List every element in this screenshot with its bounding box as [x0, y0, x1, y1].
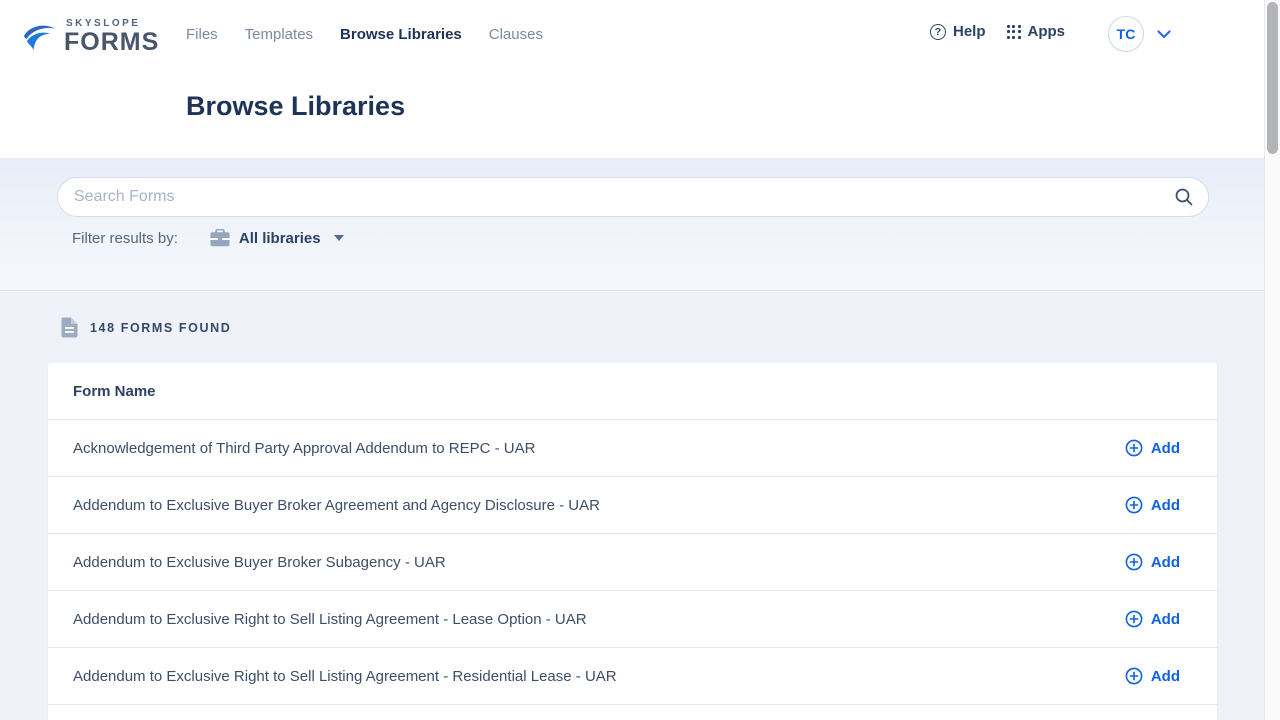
header-tools: ? Help Apps: [930, 23, 1065, 40]
chevron-down-icon[interactable]: [1157, 30, 1171, 39]
account-menu[interactable]: TC: [1108, 16, 1171, 52]
nav-item-clauses[interactable]: Clauses: [489, 26, 543, 43]
help-button[interactable]: ? Help: [930, 23, 986, 40]
table-header-row: Form Name: [48, 363, 1217, 420]
avatar[interactable]: TC: [1108, 16, 1144, 52]
form-name: Addendum to Exclusive Buyer Broker Subag…: [73, 554, 446, 571]
forms-table-card: Form Name Acknowledgement of Third Party…: [48, 363, 1217, 720]
add-form-button[interactable]: Add: [1125, 496, 1180, 514]
library-filter-dropdown[interactable]: All libraries: [210, 229, 344, 247]
add-label: Add: [1151, 440, 1180, 457]
results-summary: 148 FORMS FOUND: [61, 317, 231, 338]
library-filter-value: All libraries: [239, 230, 321, 247]
apps-button[interactable]: Apps: [1007, 23, 1066, 40]
nav-item-browse-libraries[interactable]: Browse Libraries: [340, 26, 462, 43]
form-name-column-header: Form Name: [73, 383, 156, 400]
table-row: Addendum to Exclusive Buyer Broker Agree…: [48, 477, 1217, 534]
page-title: Browse Libraries: [186, 91, 405, 122]
skyslope-forms-logo[interactable]: SKYSLOPE FORMS: [22, 18, 159, 60]
nav-item-templates[interactable]: Templates: [245, 26, 313, 43]
logo-forms-label: FORMS: [64, 30, 159, 55]
form-name: Addendum to Exclusive Right to Sell List…: [73, 611, 587, 628]
document-icon: [61, 317, 78, 338]
circle-plus-icon: [1125, 439, 1143, 457]
logo-text: SKYSLOPE FORMS: [64, 18, 159, 55]
page-scrollbar[interactable]: [1264, 0, 1280, 720]
add-form-button[interactable]: Add: [1125, 439, 1180, 457]
content-area: 148 FORMS FOUND Form Name Acknowledgemen…: [0, 292, 1264, 720]
scrollbar-thumb[interactable]: [1267, 2, 1278, 154]
circle-plus-icon: [1125, 667, 1143, 685]
results-count: 148 FORMS FOUND: [90, 321, 231, 335]
table-row: Addendum to Exclusive Buyer Broker Subag…: [48, 534, 1217, 591]
add-form-button[interactable]: Add: [1125, 610, 1180, 628]
form-name: Acknowledgement of Third Party Approval …: [73, 440, 535, 457]
form-name: Addendum to Exclusive Right to Sell List…: [73, 668, 617, 685]
circle-plus-icon: [1125, 496, 1143, 514]
filter-label: Filter results by:: [72, 230, 178, 247]
add-form-button[interactable]: Add: [1125, 667, 1180, 685]
apps-label: Apps: [1028, 23, 1066, 40]
help-label: Help: [953, 23, 986, 40]
primary-nav: Files Templates Browse Libraries Clauses: [186, 26, 543, 43]
search-wrap: [57, 177, 1209, 217]
search-icon[interactable]: [1173, 186, 1195, 208]
circle-plus-icon: [1125, 610, 1143, 628]
table-row: Addendum to Exclusive Right to Sell List…: [48, 648, 1217, 705]
table-row-partial: [48, 705, 1217, 719]
circle-plus-icon: [1125, 553, 1143, 571]
search-input[interactable]: [57, 177, 1209, 217]
filter-row: Filter results by: All libraries: [72, 229, 344, 247]
table-row: Acknowledgement of Third Party Approval …: [48, 420, 1217, 477]
help-icon: ?: [930, 24, 946, 40]
search-filter-section: Filter results by: All libraries: [0, 158, 1264, 291]
add-form-button[interactable]: Add: [1125, 553, 1180, 571]
add-label: Add: [1151, 611, 1180, 628]
apps-grid-icon: [1007, 25, 1021, 39]
add-label: Add: [1151, 668, 1180, 685]
nav-item-files[interactable]: Files: [186, 26, 218, 43]
briefcase-icon: [210, 229, 230, 247]
table-row: Addendum to Exclusive Right to Sell List…: [48, 591, 1217, 648]
add-label: Add: [1151, 554, 1180, 571]
caret-down-icon: [334, 235, 344, 241]
app-window: SKYSLOPE FORMS Files Templates Browse Li…: [0, 0, 1264, 720]
skyslope-swoosh-icon: [22, 20, 62, 60]
add-label: Add: [1151, 497, 1180, 514]
form-name: Addendum to Exclusive Buyer Broker Agree…: [73, 497, 600, 514]
top-header: SKYSLOPE FORMS Files Templates Browse Li…: [0, 0, 1264, 158]
